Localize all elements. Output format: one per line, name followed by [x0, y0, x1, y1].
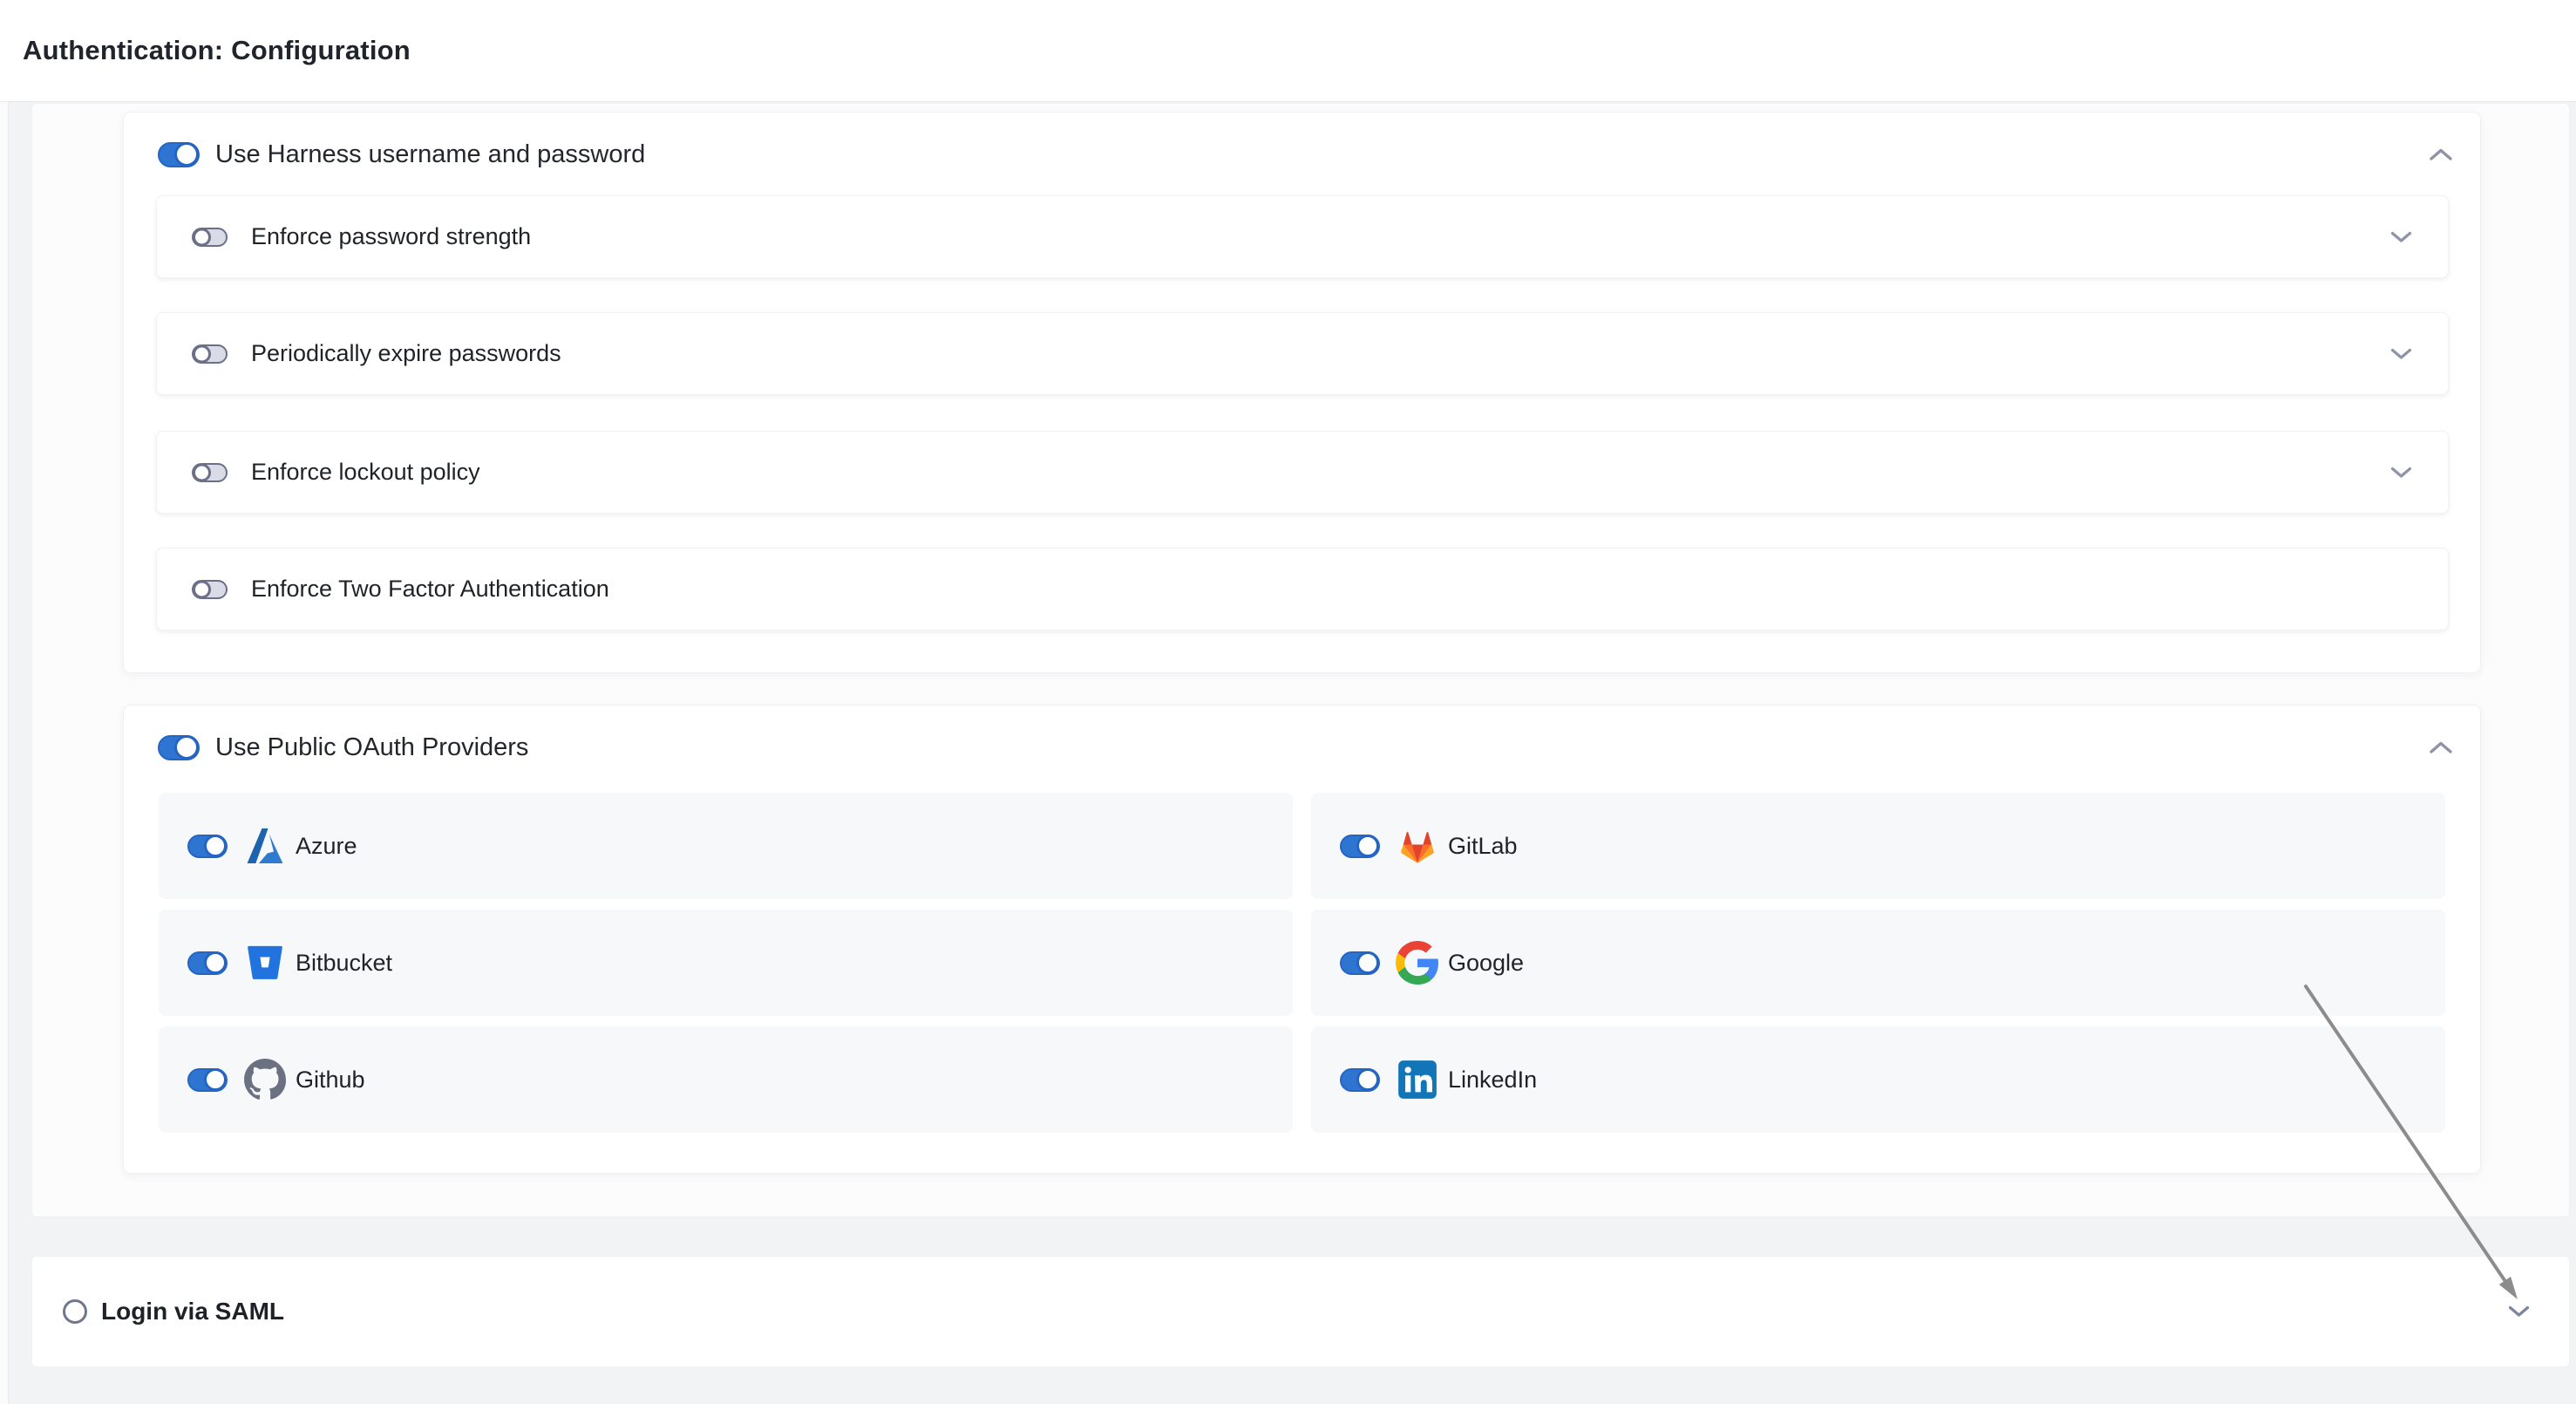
linkedin-toggle[interactable]: [1340, 1068, 1380, 1092]
oauth-card-header: Use Public OAuth Providers: [124, 723, 2480, 772]
collapse-card-button[interactable]: [2428, 739, 2454, 755]
oauth-tile-bitbucket[interactable]: Bitbucket: [159, 910, 1293, 1016]
row-enforce-password-strength[interactable]: Enforce password strength: [156, 195, 2449, 278]
chevron-down-icon: [2389, 230, 2413, 244]
oauth-card-label: Use Public OAuth Providers: [215, 733, 528, 762]
collapse-card-button[interactable]: [2428, 147, 2454, 162]
row-label: Periodically expire passwords: [251, 340, 561, 367]
provider-label: GitLab: [1448, 833, 1518, 860]
saml-radio-button[interactable]: [63, 1299, 87, 1324]
github-icon: [242, 1057, 288, 1102]
provider-label: Azure: [296, 833, 357, 860]
chevron-up-icon: [2428, 739, 2454, 755]
row-periodically-expire-passwords[interactable]: Periodically expire passwords: [156, 312, 2449, 395]
page-header: Authentication: Configuration: [0, 0, 2576, 102]
harness-card-label: Use Harness username and password: [215, 140, 645, 169]
page-title: Authentication: Configuration: [23, 35, 411, 66]
row-label: Enforce lockout policy: [251, 459, 480, 486]
oauth-provider-grid: Azure Bitbucket: [159, 793, 2445, 1133]
row-label: Enforce Two Factor Authentication: [251, 576, 609, 603]
provider-label: Bitbucket: [296, 950, 392, 977]
row-enforce-two-factor-authentication[interactable]: Enforce Two Factor Authentication: [156, 548, 2449, 630]
harness-login-card: Use Harness username and password Enforc…: [123, 112, 2481, 673]
github-toggle[interactable]: [187, 1068, 228, 1092]
oauth-providers-toggle[interactable]: [158, 735, 200, 760]
two-factor-toggle[interactable]: [192, 580, 228, 599]
oauth-tile-linkedin[interactable]: LinkedIn: [1311, 1026, 2445, 1133]
chevron-down-icon: [2389, 466, 2413, 480]
chevron-up-icon: [2428, 147, 2454, 162]
expand-row-button[interactable]: [2389, 230, 2413, 244]
saml-label: Login via SAML: [101, 1298, 284, 1326]
row-label: Enforce password strength: [251, 223, 531, 250]
harness-card-header: Use Harness username and password: [124, 130, 2480, 179]
oauth-tile-gitlab[interactable]: GitLab: [1311, 793, 2445, 899]
expand-row-button[interactable]: [2389, 466, 2413, 480]
harness-login-toggle[interactable]: [158, 142, 200, 167]
google-toggle[interactable]: [1340, 951, 1380, 975]
google-icon: [1395, 940, 1440, 985]
provider-label: Github: [296, 1067, 365, 1094]
linkedin-icon: [1395, 1057, 1440, 1102]
chevron-down-icon: [2507, 1305, 2531, 1319]
expand-saml-button[interactable]: [2507, 1305, 2531, 1319]
provider-label: LinkedIn: [1448, 1067, 1537, 1094]
auth-settings-panel: Use Harness username and password Enforc…: [31, 103, 2570, 1217]
gitlab-toggle[interactable]: [1340, 835, 1380, 858]
provider-label: Google: [1448, 950, 1524, 977]
oauth-tile-google[interactable]: Google: [1311, 910, 2445, 1016]
password-strength-toggle[interactable]: [192, 228, 228, 247]
oauth-tile-azure[interactable]: Azure: [159, 793, 1293, 899]
oauth-providers-card: Use Public OAuth Providers Azure: [123, 705, 2481, 1174]
left-gutter: [0, 102, 9, 1404]
azure-icon: [242, 823, 288, 869]
saml-login-bar[interactable]: Login via SAML: [31, 1256, 2570, 1367]
oauth-tile-github[interactable]: Github: [159, 1026, 1293, 1133]
azure-toggle[interactable]: [187, 835, 228, 858]
row-enforce-lockout-policy[interactable]: Enforce lockout policy: [156, 431, 2449, 514]
authentication-configuration-page: Authentication: Configuration Use Harnes…: [0, 0, 2576, 1404]
gitlab-icon: [1395, 823, 1440, 869]
bitbucket-icon: [242, 940, 288, 985]
lockout-policy-toggle[interactable]: [192, 463, 228, 482]
bitbucket-toggle[interactable]: [187, 951, 228, 975]
expand-row-button[interactable]: [2389, 347, 2413, 361]
expire-passwords-toggle[interactable]: [192, 344, 228, 364]
chevron-down-icon: [2389, 347, 2413, 361]
